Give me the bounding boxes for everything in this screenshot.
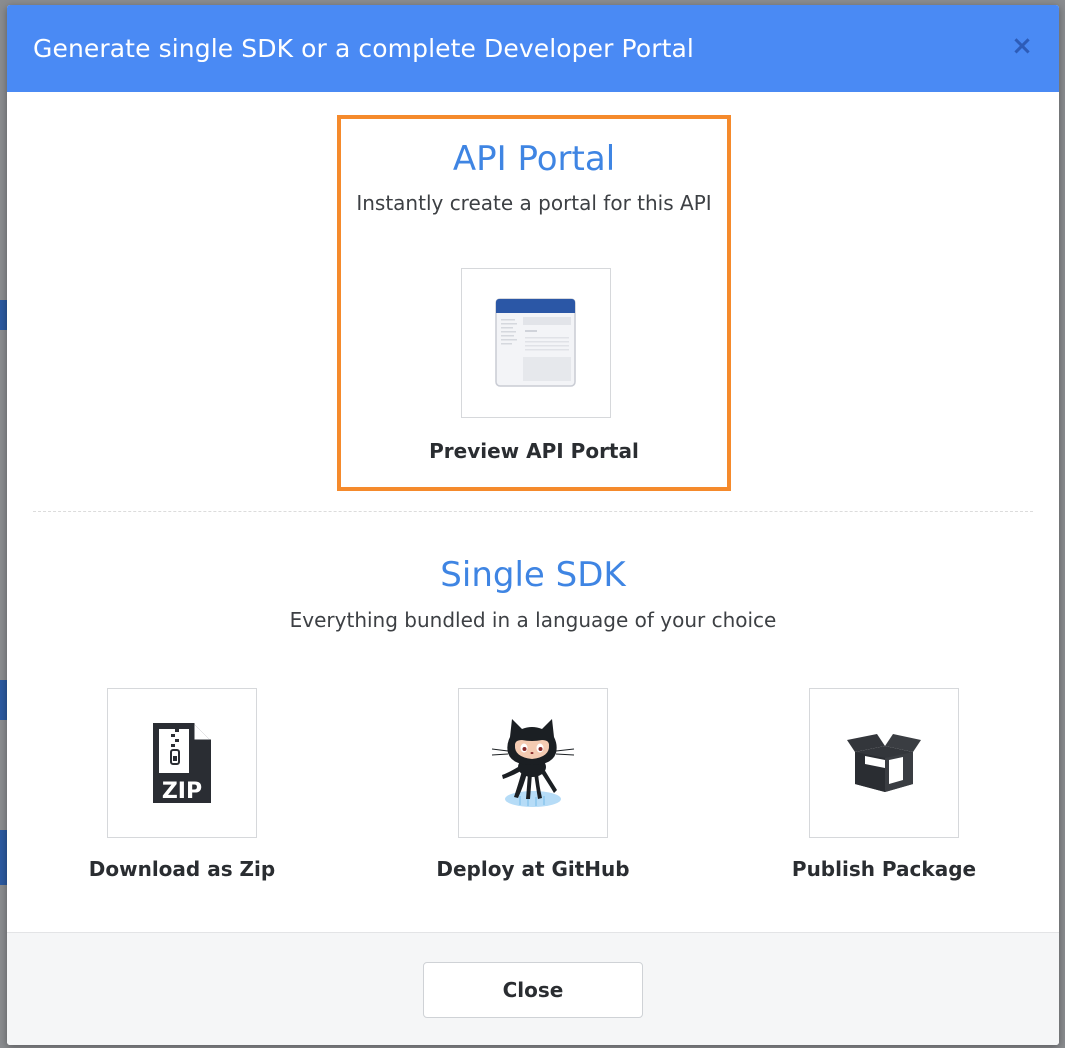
close-button[interactable]: Close: [423, 962, 643, 1018]
preview-api-portal-label[interactable]: Preview API Portal: [341, 439, 727, 463]
zip-file-icon: ZIP: [153, 723, 211, 804]
portal-preview-icon: [495, 298, 576, 387]
modal-title: Generate single SDK or a complete Develo…: [33, 34, 694, 63]
svg-text:ZIP: ZIP: [162, 779, 202, 804]
close-icon[interactable]: ×: [1011, 33, 1033, 59]
download-zip-tile[interactable]: ZIP: [107, 688, 257, 838]
api-portal-heading: API Portal: [452, 139, 616, 179]
single-sdk-subtitle: Everything bundled in a language of your…: [289, 608, 777, 632]
modal-header: Generate single SDK or a complete Develo…: [7, 5, 1059, 92]
download-zip-label[interactable]: Download as Zip: [82, 857, 282, 881]
modal-footer: Close: [7, 932, 1059, 1045]
preview-api-portal-tile[interactable]: [461, 268, 611, 418]
publish-package-label[interactable]: Publish Package: [784, 857, 984, 881]
single-sdk-heading: Single SDK: [440, 555, 626, 595]
generate-sdk-modal: Generate single SDK or a complete Develo…: [7, 5, 1059, 1045]
deploy-github-tile[interactable]: [458, 688, 608, 838]
deploy-github-label[interactable]: Deploy at GitHub: [433, 857, 633, 881]
api-portal-section: API Portal Instantly create a portal for…: [337, 115, 731, 491]
publish-package-tile[interactable]: [809, 688, 959, 838]
api-portal-subtitle: Instantly create a portal for this API: [356, 191, 712, 215]
section-divider: [33, 511, 1033, 512]
package-box-icon: [847, 734, 921, 792]
github-octocat-icon: [491, 719, 575, 807]
